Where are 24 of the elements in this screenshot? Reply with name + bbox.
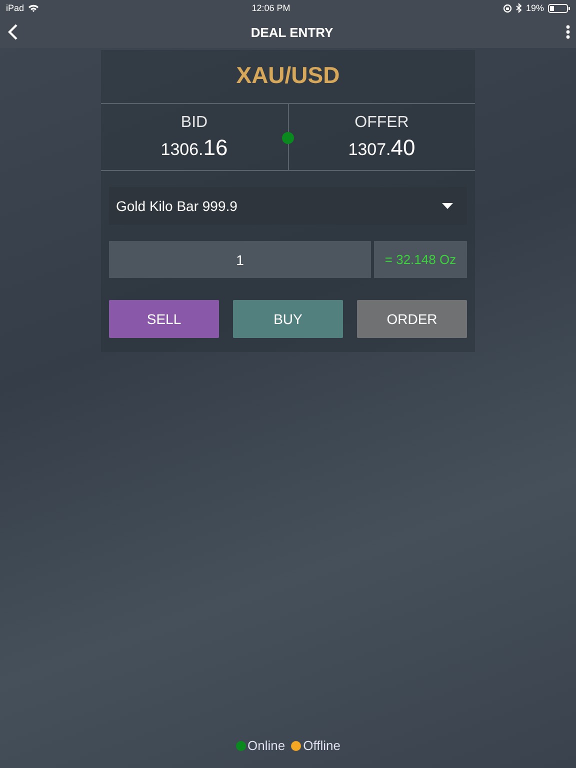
ounce-conversion: = 32.148 Oz	[374, 241, 467, 278]
wifi-icon	[28, 4, 40, 12]
sell-button[interactable]: SELL	[109, 300, 219, 338]
quantity-field[interactable]: 1	[109, 241, 371, 278]
buy-button[interactable]: BUY	[233, 300, 343, 338]
bluetooth-icon	[516, 3, 522, 13]
order-button[interactable]: ORDER	[357, 300, 467, 338]
battery-percent: 19%	[526, 3, 544, 13]
back-icon[interactable]	[8, 24, 18, 40]
device-name: iPad	[6, 3, 24, 13]
legend-label: Offline	[303, 738, 340, 753]
battery-icon	[548, 4, 570, 12]
rotation-lock-icon	[502, 4, 512, 12]
quote-price: 1307.40	[348, 134, 416, 160]
clock: 12:06 PM	[252, 3, 290, 13]
page-title: DEAL ENTRY	[250, 24, 334, 40]
quote-label: OFFER	[354, 114, 409, 132]
quote-label: BID	[180, 114, 208, 132]
legend-label: Online	[248, 738, 286, 753]
product-dropdown[interactable]: Gold Kilo Bar 999.9	[109, 187, 467, 225]
symbol-title: XAU/USD	[235, 61, 341, 90]
more-icon[interactable]	[566, 25, 570, 39]
caret-icon	[442, 203, 453, 209]
quote-price: 1306.16	[160, 134, 228, 160]
